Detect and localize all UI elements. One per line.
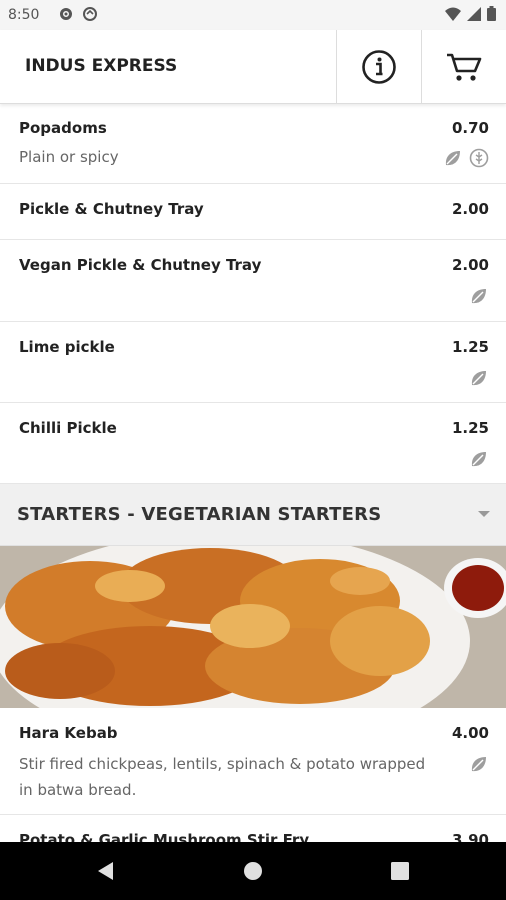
item-description: Plain or spicy: [19, 148, 119, 166]
item-price: 3.90: [451, 831, 489, 842]
data-saver-icon: [83, 7, 97, 21]
cart-icon: [447, 53, 482, 81]
item-price: 4.00: [451, 724, 489, 742]
app-bar: INDUS EXPRESS: [0, 30, 506, 104]
battery-icon: [487, 6, 496, 21]
item-name: Lime pickle: [19, 338, 115, 356]
leaf-icon: [471, 452, 486, 467]
section-title: STARTERS - VEGETARIAN STARTERS: [17, 504, 382, 525]
leaf-icon: [471, 289, 486, 304]
cart-button[interactable]: [422, 30, 506, 103]
item-name: Popadoms: [19, 119, 107, 137]
leaf-icon: [471, 371, 486, 386]
home-button[interactable]: [213, 842, 293, 900]
leaf-icon: [471, 757, 486, 772]
menu-item-hara-kebab[interactable]: Hara Kebab 4.00 Stir fired chickpeas, le…: [0, 708, 506, 815]
home-icon: [244, 862, 262, 880]
section-header-vegetarian-starters[interactable]: STARTERS - VEGETARIAN STARTERS: [0, 484, 506, 546]
menu-item-popadoms[interactable]: Popadoms 0.70 Plain or spicy: [0, 104, 506, 184]
recents-icon: [391, 862, 409, 880]
back-icon: [98, 862, 113, 880]
item-name: Potato & Garlic Mushroom Stir Fry: [19, 831, 310, 842]
menu-item-vegan-pickle-chutney-tray[interactable]: Vegan Pickle & Chutney Tray 2.00: [0, 240, 506, 322]
wifi-icon: [445, 7, 461, 21]
menu-list[interactable]: Popadoms 0.70 Plain or spicy Pickle & Ch…: [0, 104, 506, 842]
item-price: 2.00: [451, 200, 489, 218]
leaf-icon: [445, 151, 460, 166]
status-time: 8:50: [8, 7, 40, 23]
app-title: INDUS EXPRESS: [25, 56, 178, 76]
info-icon: [362, 49, 396, 84]
signal-icon: [467, 6, 481, 21]
item-price: 1.25: [451, 338, 489, 356]
status-bar: 8:50: [0, 0, 506, 30]
menu-item-pickle-chutney-tray[interactable]: Pickle & Chutney Tray 2.00: [0, 184, 506, 240]
item-name: Chilli Pickle: [19, 419, 117, 437]
section-photo: [0, 546, 506, 708]
gluten-free-icon: [469, 148, 489, 168]
item-name: Hara Kebab: [19, 724, 118, 742]
item-name: Vegan Pickle & Chutney Tray: [19, 256, 262, 274]
item-description: Stir fired chickpeas, lentils, spinach &…: [19, 755, 426, 799]
menu-item-chilli-pickle[interactable]: Chilli Pickle 1.25: [0, 403, 506, 484]
food-photo: [0, 546, 506, 708]
back-button[interactable]: [66, 842, 146, 900]
item-price: 2.00: [451, 256, 489, 274]
menu-item-lime-pickle[interactable]: Lime pickle 1.25: [0, 322, 506, 403]
settings-icon: [60, 8, 72, 20]
recents-button[interactable]: [360, 842, 440, 900]
system-nav-bar: [0, 842, 506, 900]
item-price: 0.70: [451, 119, 489, 137]
item-name: Pickle & Chutney Tray: [19, 200, 204, 218]
item-price: 1.25: [451, 419, 489, 437]
menu-item-potato-garlic-mushroom[interactable]: Potato & Garlic Mushroom Stir Fry 3.90: [0, 815, 506, 842]
info-button[interactable]: [337, 30, 421, 103]
chevron-down-icon: [478, 511, 490, 517]
